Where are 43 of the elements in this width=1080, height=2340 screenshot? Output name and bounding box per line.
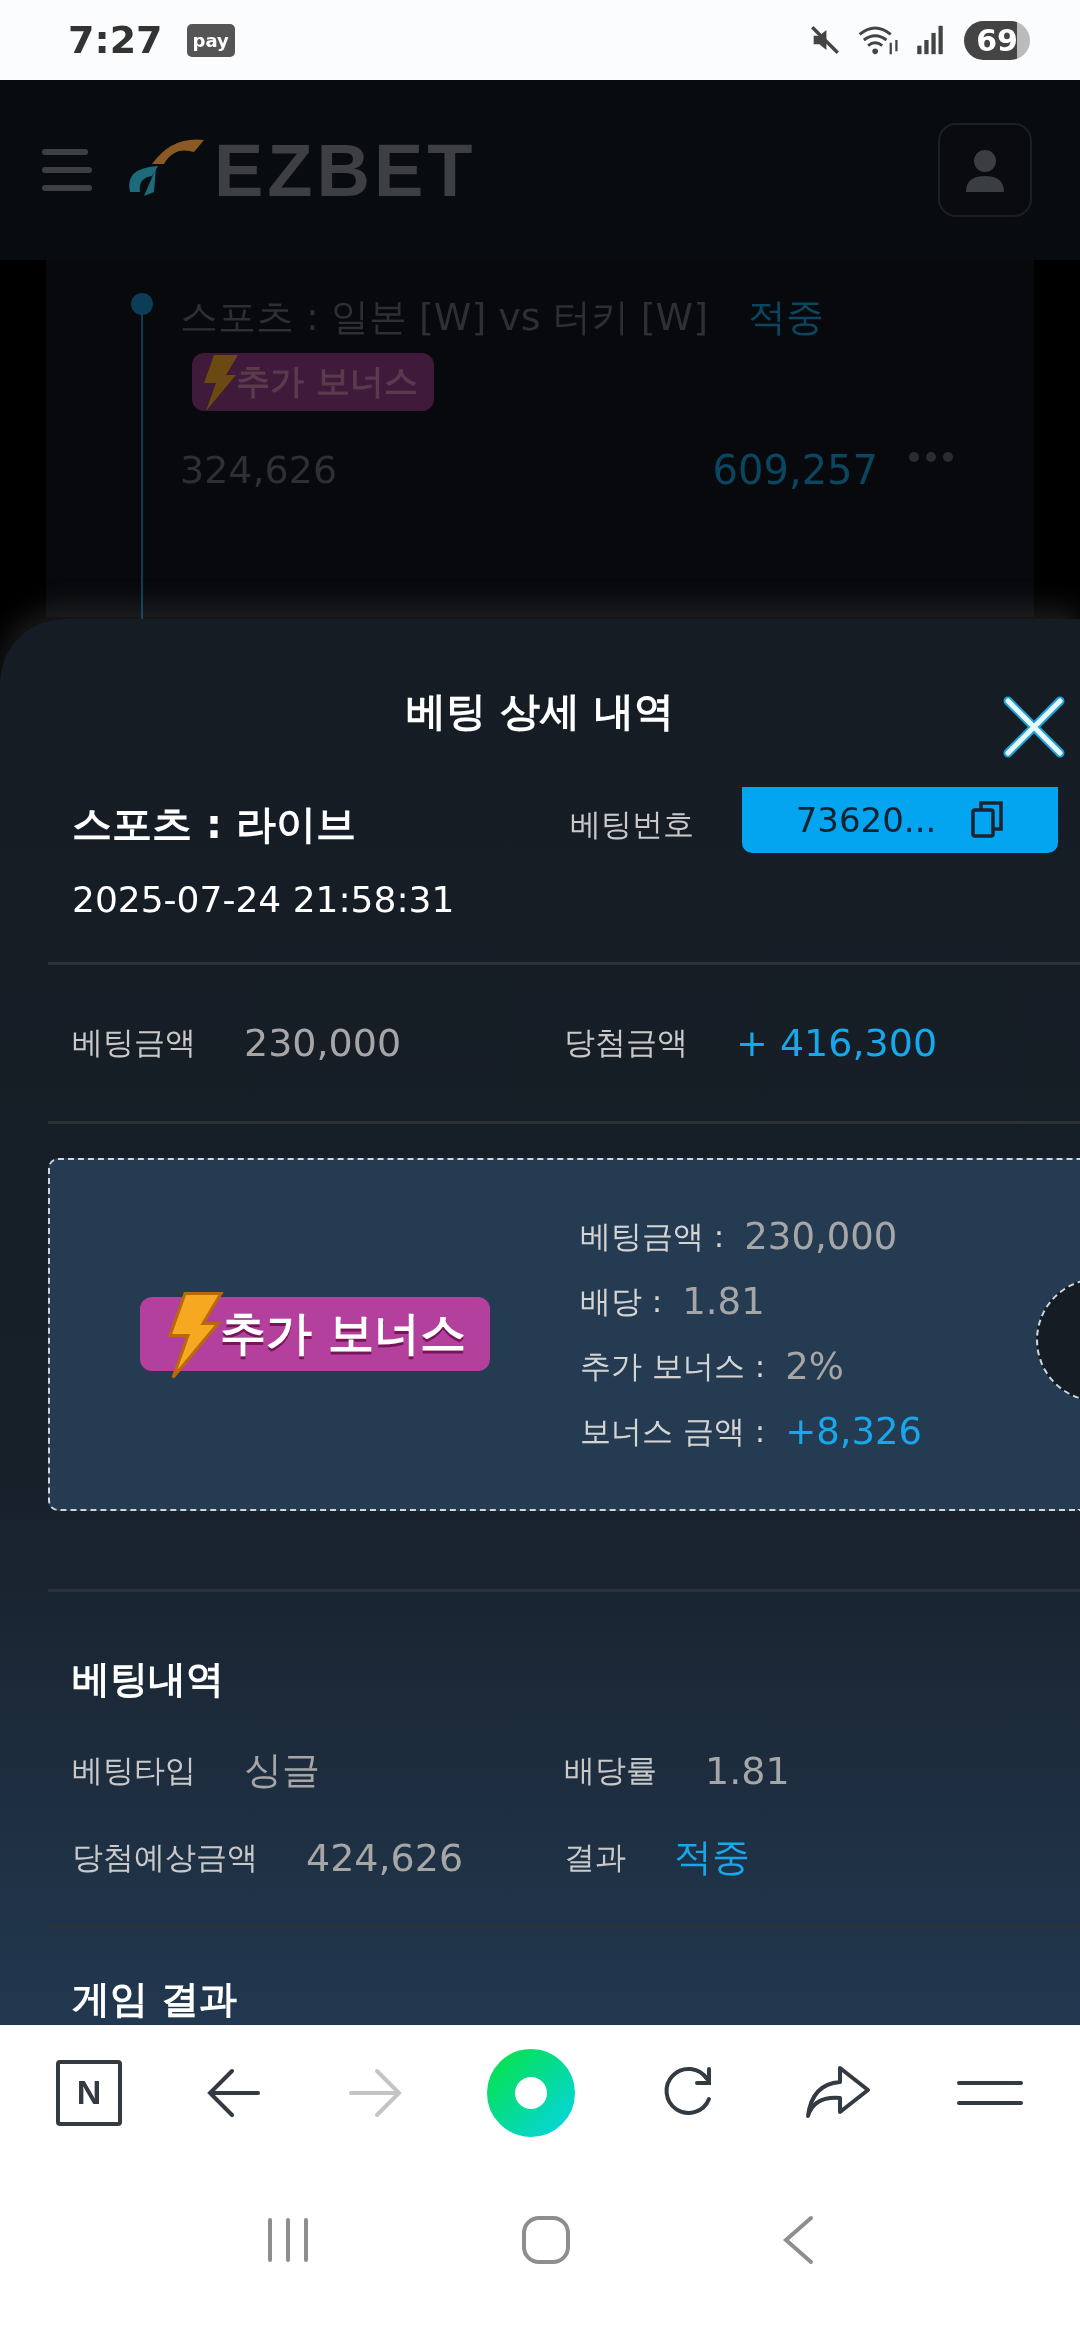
menu-icon[interactable] <box>955 2079 1024 2106</box>
bonus-label: 보너스 금액 : <box>580 1412 766 1451</box>
profile-button[interactable] <box>938 123 1032 217</box>
bonus-label: 추가 보너스 : <box>580 1347 766 1386</box>
field-value: 1.81 <box>705 1748 790 1793</box>
field-value: 적중 <box>674 1834 750 1881</box>
pay-badge: pay <box>186 23 235 57</box>
bonus-label: 베팅금액 : <box>580 1217 725 1256</box>
bonus-value: 2% <box>785 1345 844 1389</box>
field-value: + 416,300 <box>736 1021 938 1065</box>
result-text: 적중 <box>748 294 824 341</box>
field-value: 230,000 <box>244 1021 402 1065</box>
recent-apps-icon[interactable] <box>265 2217 310 2263</box>
section-title: 베팅내역 <box>71 1656 225 1703</box>
field-value: 424,626 <box>306 1835 464 1880</box>
user-icon <box>964 148 1006 192</box>
field-value: 싱글 <box>244 1747 320 1794</box>
field-label: 당첨금액 <box>564 1023 688 1062</box>
close-icon[interactable] <box>1002 695 1066 759</box>
bet-category: 스포츠 : 라이브 <box>72 800 357 850</box>
copy-icon <box>970 800 1005 840</box>
section-title: 게임 결과 <box>71 1976 239 2023</box>
bonus-value: +8,326 <box>785 1410 923 1454</box>
field-label: 베팅금액 <box>72 1023 196 1062</box>
battery-indicator: 69 <box>964 20 1030 60</box>
bet-number-copy-button[interactable]: 73620... <box>742 787 1058 853</box>
field-label: 당첨예상금액 <box>72 1837 258 1877</box>
bet-datetime: 2025-07-24 21:58:31 <box>71 878 456 920</box>
sheet-title: 베팅 상세 내역 <box>406 687 674 737</box>
bonus-value: 1.81 <box>682 1280 765 1324</box>
field-label: 배당률 <box>564 1750 657 1790</box>
home-icon[interactable] <box>521 2215 571 2265</box>
back-icon[interactable] <box>206 2067 263 2118</box>
forward-icon[interactable] <box>346 2067 403 2118</box>
home-button[interactable]: N <box>56 2059 122 2126</box>
payout-amount: 609,257 <box>712 447 878 493</box>
field-label: 결과 <box>564 1837 626 1877</box>
field-label: 베팅타입 <box>72 1750 196 1790</box>
status-time: 7:27 <box>68 18 163 62</box>
bonus-label: 배당 : <box>580 1282 663 1321</box>
bet-number-label: 베팅번호 <box>570 805 694 844</box>
ring-icon[interactable] <box>487 2048 575 2137</box>
bonus-value: 230,000 <box>744 1215 898 1259</box>
